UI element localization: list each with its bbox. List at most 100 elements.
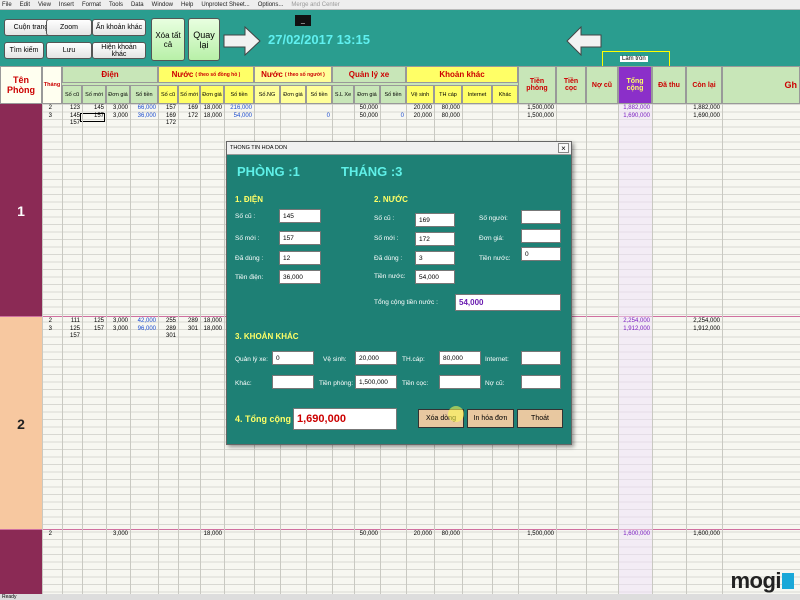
menu-tools[interactable]: Tools: [109, 2, 123, 8]
cell[interactable]: 2,254,000: [693, 318, 720, 324]
cell[interactable]: 66,000: [138, 105, 156, 111]
arrow-left-icon[interactable]: [566, 26, 602, 56]
cell[interactable]: 169: [188, 105, 198, 111]
cell[interactable]: 172: [188, 113, 198, 119]
don-gia-input[interactable]: [521, 229, 561, 243]
cell[interactable]: 20,000: [414, 105, 432, 111]
menu-merge-center[interactable]: Merge and Center: [291, 2, 339, 8]
menu-help[interactable]: Help: [181, 2, 193, 8]
menu-file[interactable]: File: [2, 2, 12, 8]
cell[interactable]: 2: [49, 531, 52, 537]
cell[interactable]: 18,000: [204, 326, 222, 332]
cell[interactable]: 1,882,000: [623, 105, 650, 111]
cell[interactable]: 1,500,000: [527, 105, 554, 111]
cell[interactable]: 145: [70, 113, 80, 119]
khac-input[interactable]: [272, 375, 314, 389]
so-nguoi-input[interactable]: [521, 210, 561, 224]
cell[interactable]: 1,690,000: [623, 113, 650, 119]
cell[interactable]: 3,000: [113, 326, 128, 332]
dien-so-moi-input[interactable]: 157: [279, 231, 321, 245]
quan-ly-xe-input[interactable]: 0: [272, 351, 314, 365]
cell[interactable]: 301: [166, 333, 176, 339]
cell[interactable]: 157: [70, 333, 80, 339]
cell[interactable]: 50,000: [360, 113, 378, 119]
tong-tien-nuoc-input[interactable]: 54,000: [455, 294, 561, 311]
nuoc-so-moi-input[interactable]: 172: [415, 232, 455, 246]
cell[interactable]: 1,500,000: [527, 113, 554, 119]
cell[interactable]: 157: [70, 120, 80, 126]
cell[interactable]: 145: [94, 105, 104, 111]
cell[interactable]: 2: [49, 318, 52, 324]
luu-button[interactable]: Lưu: [46, 42, 92, 59]
cell[interactable]: 125: [70, 326, 80, 332]
room-cell-2[interactable]: 2: [0, 317, 42, 530]
menu-view[interactable]: View: [38, 2, 51, 8]
cell[interactable]: 2,254,000: [623, 318, 650, 324]
cell[interactable]: 18,000: [204, 113, 222, 119]
room-cell-1[interactable]: 1: [0, 104, 42, 317]
cell[interactable]: 3,000: [113, 113, 128, 119]
tong-cong-input[interactable]: 1,690,000: [293, 408, 397, 430]
tien-coc-input[interactable]: [439, 375, 481, 389]
thoat-button[interactable]: Thoát: [517, 409, 563, 428]
cell[interactable]: 301: [188, 326, 198, 332]
menu-window[interactable]: Window: [152, 2, 173, 8]
cell[interactable]: 169: [166, 113, 176, 119]
cell[interactable]: 42,000: [138, 318, 156, 324]
menu-edit[interactable]: Edit: [20, 2, 30, 8]
cell[interactable]: 1,500,000: [527, 531, 554, 537]
menu-options[interactable]: Options...: [258, 2, 284, 8]
tien-phong-input[interactable]: 1,500,000: [355, 375, 397, 389]
cell[interactable]: 18,000: [204, 318, 222, 324]
cell[interactable]: 255: [166, 318, 176, 324]
cell[interactable]: 80,000: [442, 531, 460, 537]
cell[interactable]: 20,000: [414, 531, 432, 537]
cell[interactable]: 50,000: [360, 105, 378, 111]
cell[interactable]: 1,912,000: [693, 326, 720, 332]
zoom-button[interactable]: Zoom: [46, 19, 92, 36]
hien-khoan-khac-button[interactable]: Hiện khoản khác: [92, 42, 146, 59]
cell[interactable]: 3,000: [113, 318, 128, 324]
room-cell-3[interactable]: [0, 530, 42, 594]
cell[interactable]: 54,000: [234, 113, 252, 119]
cell[interactable]: 3: [49, 113, 52, 119]
dien-so-cu-input[interactable]: 145: [279, 209, 321, 223]
cell[interactable]: 80,000: [442, 113, 460, 119]
cell[interactable]: 1,600,000: [693, 531, 720, 537]
cell[interactable]: 18,000: [204, 105, 222, 111]
cell[interactable]: 157: [94, 326, 104, 332]
no-cu-input[interactable]: [521, 375, 561, 389]
cell[interactable]: 3: [49, 326, 52, 332]
cell[interactable]: 157: [94, 113, 104, 119]
nuoc-so-cu-input[interactable]: 169: [415, 213, 455, 227]
close-icon[interactable]: ×: [558, 143, 569, 153]
cell[interactable]: 1,600,000: [623, 531, 650, 537]
cell[interactable]: 18,000: [204, 531, 222, 537]
cell[interactable]: 50,000: [360, 531, 378, 537]
cell[interactable]: 1,882,000: [693, 105, 720, 111]
an-khoan-khac-button[interactable]: Ẩn khoản khác: [92, 19, 146, 36]
cell[interactable]: 125: [94, 318, 104, 324]
cell[interactable]: 3,000: [113, 105, 128, 111]
cell[interactable]: 0: [327, 113, 330, 119]
cell[interactable]: 157: [166, 105, 176, 111]
cell[interactable]: 289: [188, 318, 198, 324]
menu-insert[interactable]: Insert: [59, 2, 74, 8]
menu-unprotect-sheet[interactable]: Unprotect Sheet...: [201, 2, 249, 8]
tien-nuoc-input[interactable]: 54,000: [415, 270, 455, 284]
cell[interactable]: 1,690,000: [693, 113, 720, 119]
cell[interactable]: 0: [401, 113, 404, 119]
ve-sinh-input[interactable]: 20,000: [355, 351, 397, 365]
in-hoa-don-button[interactable]: In hóa đơn: [467, 409, 514, 428]
quay-lai-button[interactable]: Quay lại: [188, 18, 220, 61]
cell[interactable]: 36,000: [138, 113, 156, 119]
th-cap-input[interactable]: 80,000: [439, 351, 481, 365]
tien-nuoc-nguoi-input[interactable]: 0: [521, 247, 561, 261]
cell[interactable]: 80,000: [442, 105, 460, 111]
menu-format[interactable]: Format: [82, 2, 101, 8]
menu-data[interactable]: Data: [131, 2, 144, 8]
cell[interactable]: 289: [166, 326, 176, 332]
tien-dien-input[interactable]: 36,000: [279, 270, 321, 284]
cell[interactable]: 96,000: [138, 326, 156, 332]
cell[interactable]: 2: [49, 105, 52, 111]
